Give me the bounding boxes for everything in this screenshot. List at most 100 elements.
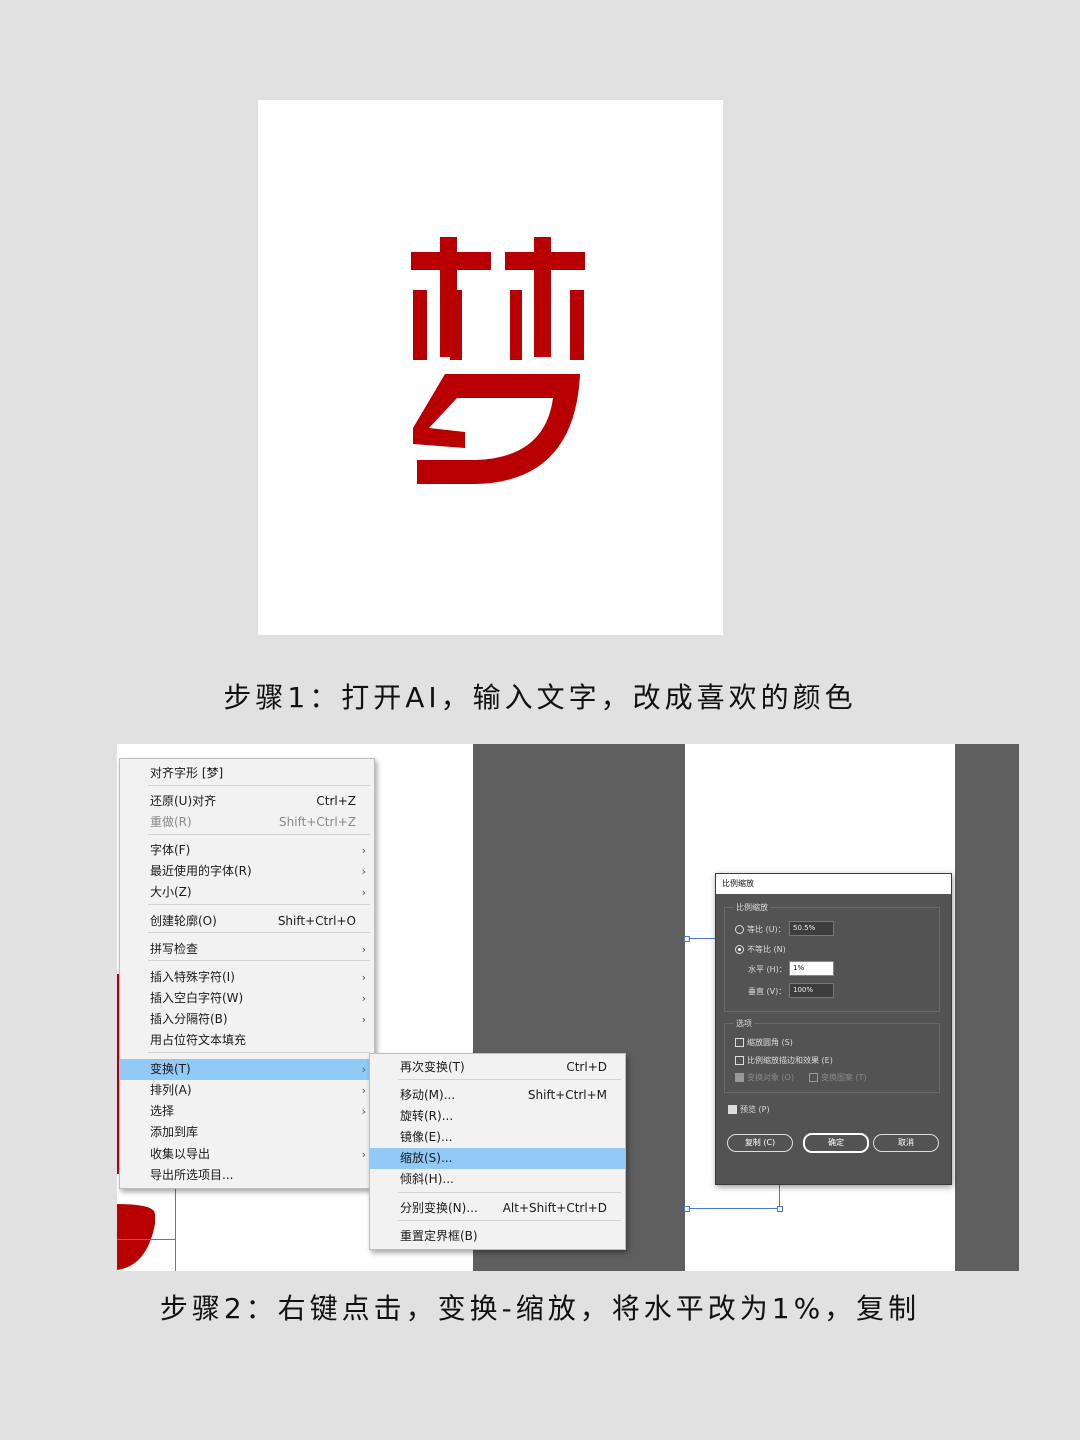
selection-line xyxy=(779,1183,780,1208)
menu-item-label: 旋转(R)... xyxy=(400,1109,454,1123)
menu-item-label: 插入分隔符(B) xyxy=(150,1012,228,1026)
selection-anchor[interactable] xyxy=(684,1206,690,1212)
transform-patterns-checkbox[interactable] xyxy=(809,1073,818,1082)
context-menu-item[interactable]: 拼写检查 › xyxy=(120,939,374,960)
uniform-radio[interactable] xyxy=(735,925,744,934)
nonuniform-radio[interactable] xyxy=(735,945,744,954)
menu-item-label: 还原(U)对齐 xyxy=(150,794,217,808)
submenu-item[interactable]: 倾斜(H)... xyxy=(370,1169,625,1190)
selection-line xyxy=(686,1208,780,1209)
context-menu-item[interactable]: 排列(A) › xyxy=(120,1080,374,1101)
ok-button[interactable]: 确定 xyxy=(803,1133,869,1153)
chevron-right-icon: › xyxy=(361,971,366,984)
menu-item-label: 镜像(E)... xyxy=(400,1130,453,1144)
context-menu-item[interactable]: 收集以导出 › xyxy=(120,1144,374,1165)
menu-item-label: 用占位符文本填充 xyxy=(150,1033,247,1047)
transform-objects-checkbox[interactable] xyxy=(735,1073,744,1082)
preview-label: 预览 (P) xyxy=(740,1105,770,1114)
copy-button[interactable]: 复制 (C) xyxy=(727,1134,793,1152)
step2-caption: 步骤2：右键点击，变换-缩放，将水平改为1%，复制 xyxy=(159,1292,921,1325)
context-menu-item[interactable]: 还原(U)对齐 Ctrl+Z xyxy=(120,791,374,812)
menu-separator xyxy=(398,1192,621,1193)
nonuniform-label: 不等比 (N) xyxy=(747,945,786,954)
menu-item-label: 重置定界框(B) xyxy=(400,1229,478,1243)
menu-item-label: 倾斜(H)... xyxy=(400,1172,454,1186)
cancel-button[interactable]: 取消 xyxy=(873,1134,939,1152)
dream-glyph-red xyxy=(411,237,585,484)
context-menu-item[interactable]: 创建轮廓(O) Shift+Ctrl+O xyxy=(120,911,374,932)
context-menu-item[interactable]: 添加到库 xyxy=(120,1122,374,1143)
menu-item-label: 排列(A) xyxy=(150,1083,192,1097)
menu-item-shortcut: Ctrl+D xyxy=(566,1060,607,1074)
context-menu-item[interactable]: 重做(R) Shift+Ctrl+Z xyxy=(120,812,374,833)
submenu-item[interactable]: 再次变换(T) Ctrl+D xyxy=(370,1057,625,1078)
context-menu-item[interactable]: 大小(Z) › xyxy=(120,882,374,903)
scale-dialog: 比例缩放 比例缩放 等比 (U)： 50.5% 不等比 (N) 水平 (H)： … xyxy=(715,873,952,1185)
glyph-stroke xyxy=(413,290,427,360)
preview-checkbox[interactable] xyxy=(728,1105,737,1114)
chevron-right-icon: › xyxy=(361,1148,366,1161)
scale-corners-checkbox[interactable] xyxy=(735,1038,744,1047)
transform-patterns-label: 变换图案 (T) xyxy=(821,1073,867,1082)
menu-item-label: 插入空白字符(W) xyxy=(150,991,244,1005)
menu-item-label: 导出所选项目... xyxy=(150,1168,234,1182)
context-menu-item[interactable]: 插入空白字符(W) › xyxy=(120,988,374,1009)
chevron-right-icon: › xyxy=(361,1105,366,1118)
vertical-label: 垂直 (V)： xyxy=(748,987,787,996)
submenu-item[interactable]: 分别变换(N)... Alt+Shift+Ctrl+D xyxy=(370,1198,625,1219)
selection-line xyxy=(175,1184,176,1271)
selection-anchor[interactable] xyxy=(777,1206,783,1212)
selection-line xyxy=(117,1239,175,1240)
menu-item-label: 重做(R) xyxy=(150,815,192,829)
menu-item-shortcut: Shift+Ctrl+O xyxy=(277,914,356,928)
step2-screenshot: 对齐字形 [梦] 还原(U)对齐 Ctrl+Z 重做(R) Shift+Ctrl+Z 字体… xyxy=(117,744,1019,1271)
transform-submenu: 再次变换(T) Ctrl+D 移动(M)... Shift+Ctrl+M 旋转(R)..… xyxy=(369,1053,626,1250)
context-menu-item[interactable]: 最近使用的字体(R) › xyxy=(120,861,374,882)
dialog-title: 比例缩放 xyxy=(716,874,951,894)
submenu-item[interactable]: 缩放(S)... xyxy=(370,1148,625,1169)
chevron-right-icon: › xyxy=(361,886,366,899)
glyph-stroke xyxy=(534,237,551,357)
glyph-stroke xyxy=(450,290,462,360)
context-menu-item[interactable]: 对齐字形 [梦] xyxy=(120,763,374,784)
menu-separator xyxy=(148,1052,370,1053)
vertical-field[interactable]: 100% xyxy=(789,983,834,998)
scale-strokes-checkbox[interactable] xyxy=(735,1056,744,1065)
submenu-item[interactable]: 重置定界框(B) xyxy=(370,1226,625,1247)
menu-item-label: 拼写检查 xyxy=(150,942,199,956)
glyph-stroke xyxy=(413,374,580,484)
menu-item-label: 缩放(S)... xyxy=(400,1151,453,1165)
submenu-item[interactable]: 旋转(R)... xyxy=(370,1106,625,1127)
scale-group-label: 比例缩放 xyxy=(734,902,770,913)
chevron-right-icon: › xyxy=(361,943,366,956)
menu-separator xyxy=(148,904,370,905)
context-menu-item[interactable]: 插入分隔符(B) › xyxy=(120,1009,374,1030)
menu-item-shortcut: Shift+Ctrl+M xyxy=(527,1088,607,1102)
menu-separator xyxy=(148,834,370,835)
submenu-item[interactable]: 镜像(E)... xyxy=(370,1127,625,1148)
submenu-item[interactable]: 移动(M)... Shift+Ctrl+M xyxy=(370,1085,625,1106)
options-group-label: 选项 xyxy=(734,1018,754,1029)
menu-item-label: 对齐字形 [梦] xyxy=(150,766,224,780)
context-menu-item[interactable]: 变换(T) › xyxy=(120,1059,374,1080)
uniform-field[interactable]: 50.5% xyxy=(789,921,834,936)
chevron-right-icon: › xyxy=(361,844,366,857)
selection-anchor[interactable] xyxy=(684,936,690,942)
context-menu-item[interactable]: 用占位符文本填充 xyxy=(120,1030,374,1051)
context-menu-item[interactable]: 字体(F) › xyxy=(120,840,374,861)
menu-item-label: 收集以导出 xyxy=(150,1147,211,1161)
menu-item-label: 大小(Z) xyxy=(150,885,192,899)
menu-item-shortcut: Ctrl+Z xyxy=(316,794,356,808)
horizontal-field[interactable]: 1% xyxy=(789,961,834,976)
menu-separator xyxy=(148,785,370,786)
menu-separator xyxy=(398,1079,621,1080)
scale-corners-label: 缩放圆角 (S) xyxy=(747,1038,793,1047)
menu-separator xyxy=(148,932,370,933)
transform-objects-label: 变换对象 (O) xyxy=(747,1073,795,1082)
step1-caption: 步骤1：打开AI，输入文字，改成喜欢的颜色 xyxy=(223,681,857,714)
chevron-right-icon: › xyxy=(361,1084,366,1097)
menu-item-label: 分别变换(N)... xyxy=(400,1201,478,1215)
context-menu-item[interactable]: 插入特殊字符(I) › xyxy=(120,967,374,988)
context-menu-item[interactable]: 导出所选项目... xyxy=(120,1165,374,1186)
context-menu-item[interactable]: 选择 › xyxy=(120,1101,374,1122)
